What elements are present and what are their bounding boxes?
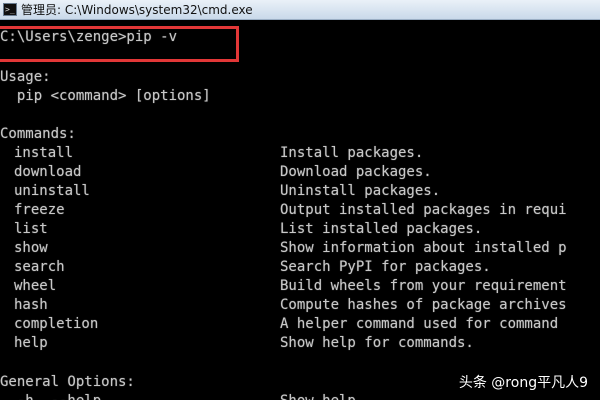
partial-option-line: -h, --help [0, 392, 101, 400]
cmd-window: >_ 管理员: C:\Windows\system32\cmd.exe C:\U… [0, 0, 600, 400]
command-name: freeze [14, 202, 65, 218]
command-description: Show help for commands. [280, 335, 474, 351]
command-name: search [14, 259, 65, 275]
command-description: Search PyPI for packages. [280, 259, 491, 275]
command-name: uninstall [14, 183, 90, 199]
command-name: help [14, 335, 48, 351]
command-description: Compute hashes of package archives [280, 297, 567, 313]
command-description: Download packages. [280, 164, 432, 180]
command-description: A helper command used for command [280, 316, 559, 332]
red-highlight-box [0, 26, 239, 62]
commands-header: Commands: [0, 126, 76, 142]
command-name: download [14, 164, 82, 180]
command-name: wheel [14, 278, 57, 294]
command-description: List installed packages. [280, 221, 483, 237]
command-name: list [14, 221, 48, 237]
cmd-icon: >_ [3, 3, 17, 16]
watermark: 头条 @rong平凡人9 [458, 375, 588, 391]
console-output[interactable]: C:\Users\zenge>pip -v Usage: pip <comman… [0, 20, 600, 400]
command-description: Build wheels from your requirement [280, 278, 567, 294]
command-description: Show information about installed p [280, 240, 567, 256]
window-title: 管理员: C:\Windows\system32\cmd.exe [21, 3, 253, 17]
command-description: Output installed packages in requi [280, 202, 567, 218]
command-description: Install packages. [280, 145, 424, 161]
command-description: Uninstall packages. [280, 183, 441, 199]
command-name: install [14, 145, 74, 161]
general-options-header: General Options: [0, 374, 135, 390]
command-name: completion [14, 316, 99, 332]
command-name: show [14, 240, 48, 256]
title-bar[interactable]: >_ 管理员: C:\Windows\system32\cmd.exe [0, 0, 600, 20]
command-name: hash [14, 297, 48, 313]
partial-option-description: Show help. [280, 392, 364, 400]
usage-header: Usage: [0, 69, 51, 85]
cmd-icon-glyph: >_ [5, 5, 15, 14]
usage-line: pip <command> [options] [0, 88, 211, 104]
